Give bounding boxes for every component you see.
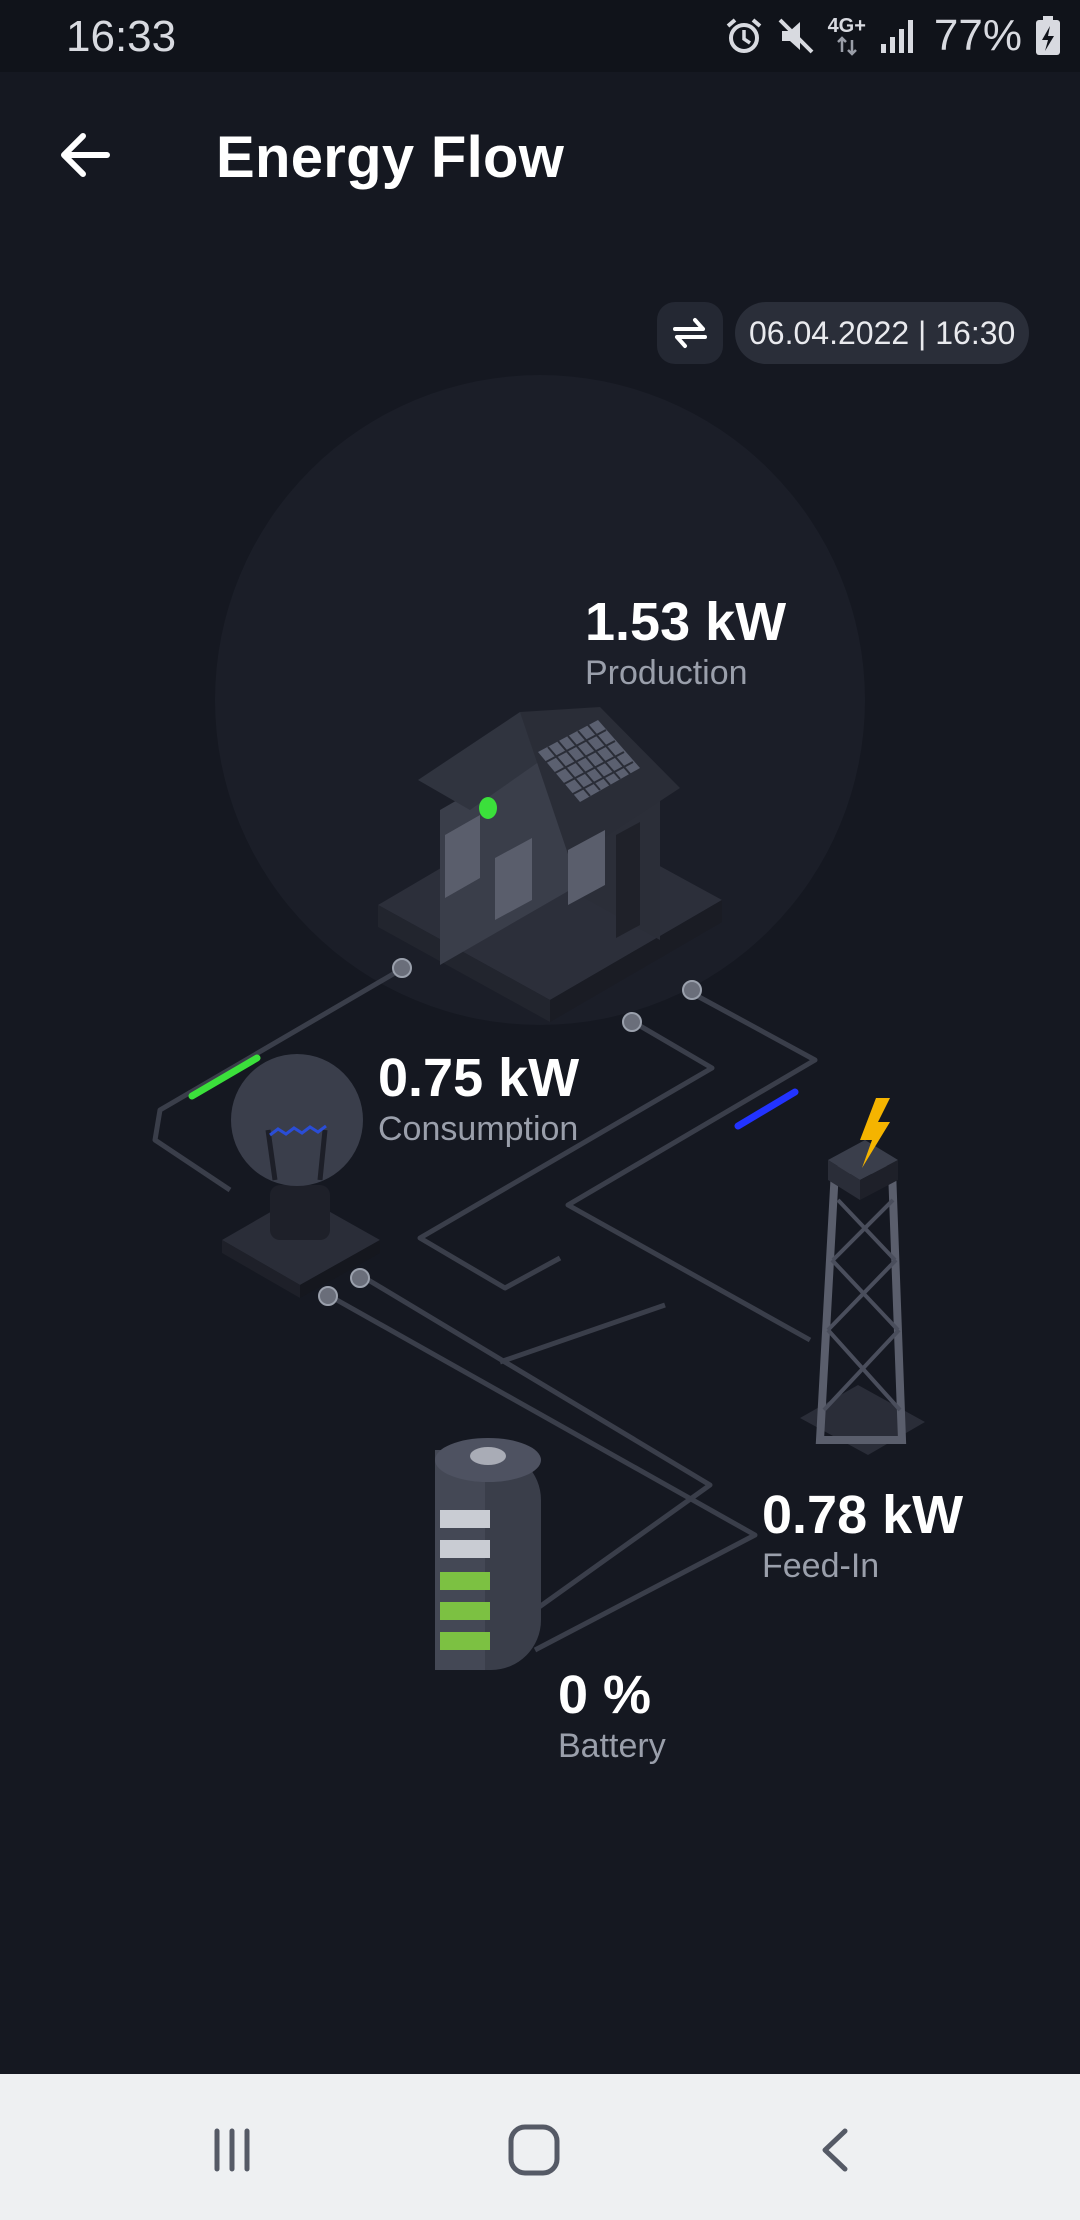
system-nav-bar <box>0 2074 1080 2220</box>
home-icon[interactable] <box>506 2122 562 2178</box>
feed-in-label: Feed-In <box>762 1547 880 1585</box>
battery-label: Battery <box>558 1727 666 1765</box>
production-metric: 1.53 kW Production <box>585 592 786 694</box>
lightbulb-icon <box>222 1054 380 1298</box>
power-tower-icon <box>800 1098 925 1455</box>
feed-in-metric: 0.78 kW Feed-In <box>762 1485 963 1587</box>
production-label: Production <box>585 654 748 692</box>
home-button[interactable] <box>494 2110 574 2190</box>
production-value: 1.53 kW <box>585 592 787 652</box>
back-icon[interactable] <box>811 2125 861 2175</box>
consumption-metric: 0.75 kW Consumption <box>378 1048 579 1150</box>
battery-icon <box>435 1438 541 1670</box>
battery-metric: 0 % Battery <box>558 1665 666 1767</box>
battery-value: 0 % <box>558 1665 652 1725</box>
feed-in-flow-indicator <box>734 1088 799 1130</box>
consumption-label: Consumption <box>378 1110 579 1148</box>
nav-back-button[interactable] <box>796 2110 876 2190</box>
consumption-value: 0.75 kW <box>378 1048 580 1108</box>
feed-in-value: 0.78 kW <box>762 1485 964 1545</box>
recent-apps-button[interactable] <box>192 2110 272 2190</box>
recent-apps-icon[interactable] <box>207 2125 257 2175</box>
